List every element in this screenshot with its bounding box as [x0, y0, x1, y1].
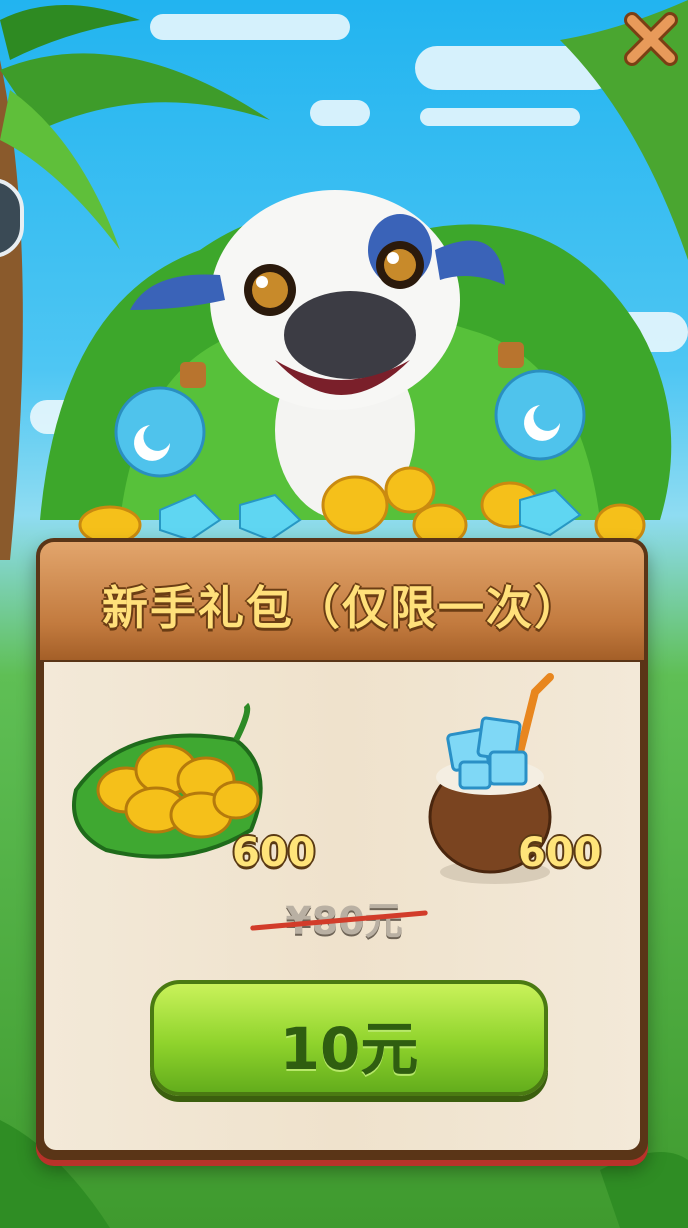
dialog-title: 新手礼包（仅限一次）: [102, 581, 582, 635]
buy-button-label: 10元: [279, 1015, 419, 1083]
dialog-header: 新手礼包（仅限一次）: [40, 542, 644, 660]
coins-count: 600: [232, 830, 316, 876]
close-icon: [624, 12, 678, 66]
coconut-count: 600: [518, 830, 602, 876]
close-button[interactable]: [620, 8, 682, 70]
buy-button[interactable]: 10元: [150, 980, 548, 1096]
